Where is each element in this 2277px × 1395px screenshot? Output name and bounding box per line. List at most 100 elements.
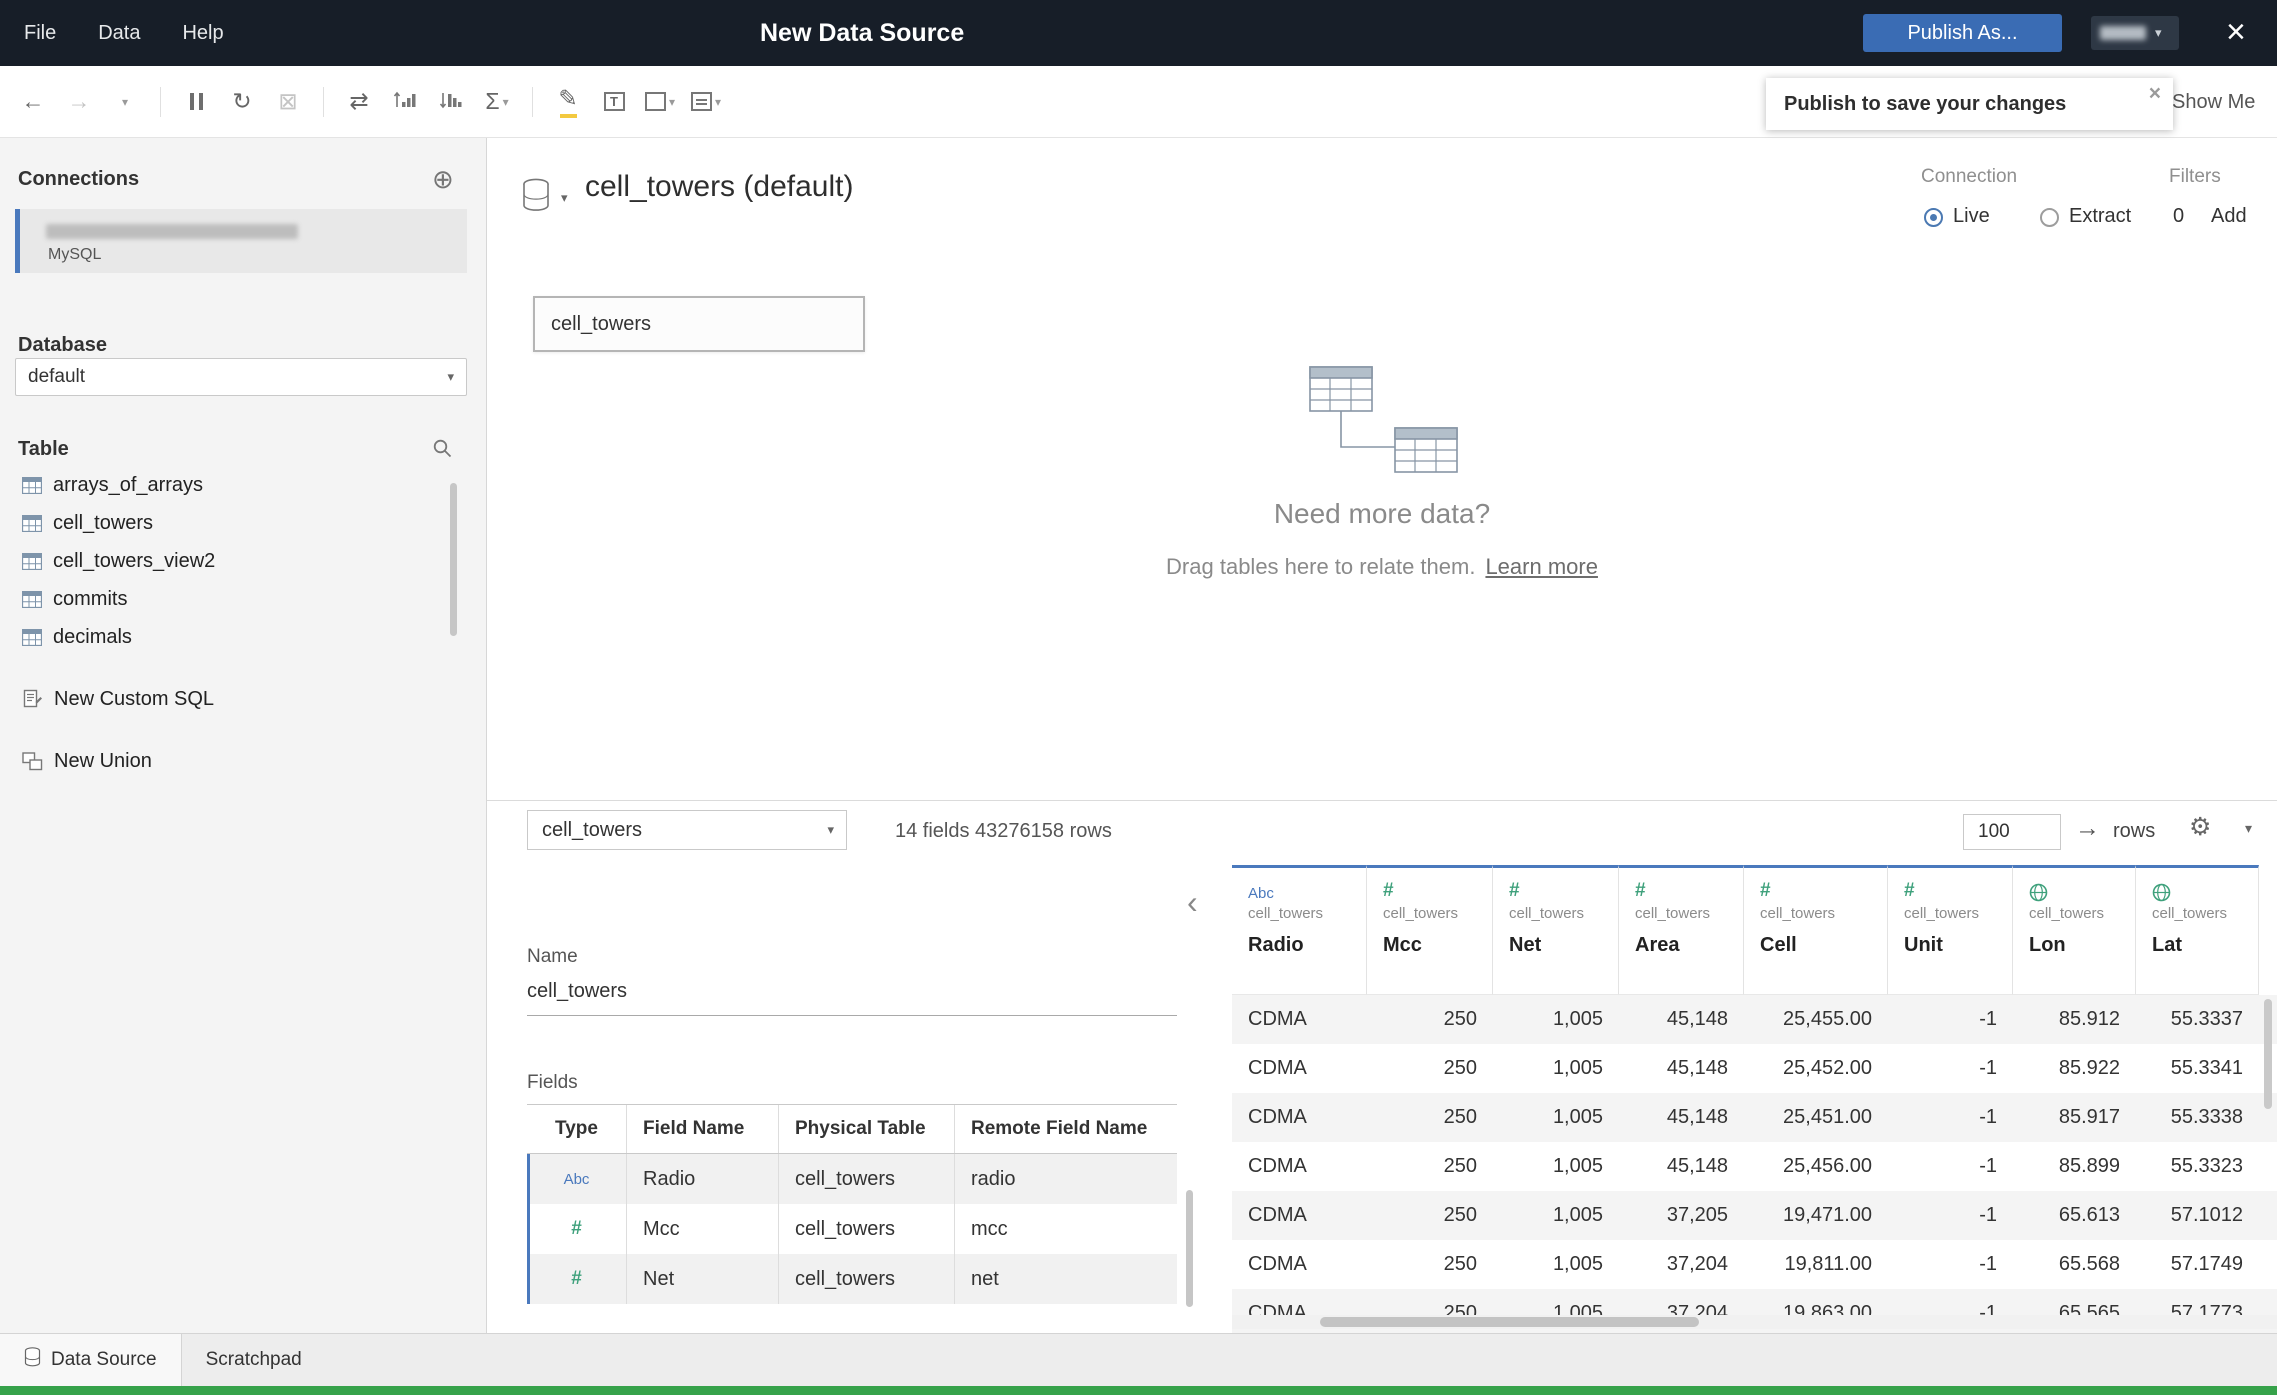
tab-scratchpad[interactable]: Scratchpad [182,1334,326,1386]
grid-cell: 250 [1443,1155,1477,1177]
redo-options-button[interactable]: ▾ [104,79,146,125]
grid-column-header-radio[interactable]: Abc cell_towers Radio [1232,865,1367,995]
sort-ascending-button[interactable] [384,79,426,125]
grid-column-header-net[interactable]: # cell_towers Net [1493,865,1619,995]
table-row[interactable]: CDMA 250 1,005 45,148 25,455.00 -1 85.912 55.33… [1232,995,2277,1044]
data-grid: Abc cell_towers Radio # cell_towers Mcc # cell_… [1232,865,2277,1333]
grid-cell: -1 [1979,1008,1997,1030]
grid-column-header-area[interactable]: # cell_towers Area [1619,865,1744,995]
grid-cell: -1 [1979,1204,1997,1226]
table-icon [22,590,42,608]
redo-button[interactable]: → [58,79,100,125]
grid-column-header-lat[interactable]: cell_towers Lat [2136,865,2259,995]
tooltip-close-icon[interactable]: × [2149,82,2161,106]
fields-scrollbar[interactable] [1186,1190,1193,1307]
table-row[interactable]: CDMA 250 1,005 45,148 25,452.00 -1 85.922 55.33… [1232,1044,2277,1093]
new-union-button[interactable]: New Union [0,742,487,780]
show-mark-labels-button[interactable]: T [593,79,635,125]
live-label[interactable]: Live [1953,205,1990,228]
grid-column-name: Mcc [1383,934,1422,956]
field-type-cell: # [527,1254,627,1304]
custom-sql-icon [22,689,43,710]
globe-icon [2152,883,2171,902]
table-row[interactable]: CDMA 250 1,005 37,205 19,471.00 -1 65.613 57.10… [1232,1191,2277,1240]
grid-column-header-mcc[interactable]: # cell_towers Mcc [1367,865,1493,995]
refresh-button[interactable]: ↻ [221,79,263,125]
new-custom-sql-button[interactable]: New Custom SQL [0,680,487,718]
grid-column-header-unit[interactable]: # cell_towers Unit [1888,865,2013,995]
grid-column-header-lon[interactable]: cell_towers Lon [2013,865,2136,995]
menu-help[interactable]: Help [182,22,223,45]
table-item-decimals[interactable]: decimals [0,618,487,656]
database-select[interactable]: default ▾ [15,358,467,396]
datasource-db-icon[interactable] [521,178,551,218]
apply-row-count-icon[interactable]: → [2075,814,2100,843]
show-me-button[interactable]: Show Me [2172,66,2255,138]
extract-label[interactable]: Extract [2069,205,2131,228]
live-radio[interactable] [1924,208,1943,227]
table-item-commits[interactable]: commits [0,580,487,618]
grid-column-name: Unit [1904,934,1943,956]
grid-cell: 85.922 [2058,1057,2120,1079]
sort-descending-button[interactable] [430,79,472,125]
search-icon[interactable] [432,438,453,465]
field-row-mcc[interactable]: # Mcc cell_towers mcc [527,1204,1177,1254]
row-count-input[interactable]: 100 [1963,814,2061,850]
grid-column-name: Lon [2029,934,2066,956]
swap-rows-columns-button[interactable]: ⇄ [338,79,380,125]
chevron-down-icon[interactable]: ▾ [2245,820,2252,837]
pause-icon [189,93,203,110]
field-row-net[interactable]: # Net cell_towers net [527,1254,1177,1304]
view-options-button[interactable]: ▾ [685,79,727,125]
menu-data[interactable]: Data [98,22,140,45]
grid-cell: 45,148 [1666,1057,1728,1079]
table-row[interactable]: CDMA 250 1,005 37,204 19,811.00 -1 65.568 57.17… [1232,1240,2277,1289]
pause-updates-button[interactable] [175,79,217,125]
collapse-panel-icon[interactable]: ‹ [1187,884,1198,921]
learn-more-link[interactable]: Learn more [1485,554,1598,579]
tab-data-source[interactable]: Data Source [0,1334,182,1386]
gear-icon[interactable]: ⚙ [2189,812,2211,842]
table-row[interactable]: CDMA 250 1,005 45,148 25,451.00 -1 85.917 55.33… [1232,1093,2277,1142]
datasource-db-icon [24,1347,41,1373]
user-menu[interactable]: ▾ [2091,16,2179,50]
table-item-arrays_of_arrays[interactable]: arrays_of_arrays [0,466,487,504]
sidebar-scrollbar[interactable] [450,483,457,636]
clear-sheet-icon: ⊠ [278,88,298,114]
horizontal-scrollbar-thumb[interactable] [1320,1317,1699,1327]
table-row[interactable]: CDMA 250 1,005 45,148 25,456.00 -1 85.899 55.33… [1232,1142,2277,1191]
publish-as-button[interactable]: Publish As... [1863,14,2062,52]
grid-column-header-cell[interactable]: # cell_towers Cell [1744,865,1888,995]
name-input[interactable]: cell_towers [527,980,1177,1016]
connection-item[interactable]: MySQL [15,209,467,273]
add-connection-icon[interactable]: ⊕ [432,164,454,195]
grid-cell: 85.917 [2058,1106,2120,1128]
totals-button[interactable]: Σ ▾ [476,79,518,125]
field-name-cell: Net [627,1254,779,1304]
canvas-table-node[interactable]: cell_towers [533,296,865,352]
bottom-accent-strip [0,1386,2277,1395]
grid-cell: 250 [1443,1204,1477,1226]
field-row-radio[interactable]: Abc Radio cell_towers radio [527,1154,1177,1204]
table-item-cell_towers[interactable]: cell_towers [0,504,487,542]
grid-column-type-icon: # [1904,878,2012,902]
highlight-button[interactable]: ✎ [547,79,589,125]
field-remote-cell: net [971,1267,999,1290]
chevron-down-icon[interactable]: ▾ [561,190,568,206]
filters-add-button[interactable]: Add [2211,205,2247,228]
vertical-scrollbar-thumb[interactable] [2264,999,2272,1109]
clear-sheet-button[interactable]: ⊠ [267,79,309,125]
cell-size-icon [644,92,666,111]
grid-cell: 19,811.00 [1784,1253,1873,1275]
undo-button[interactable]: ← [12,79,54,125]
menu-file[interactable]: File [24,22,56,45]
table-item-cell_towers_view2[interactable]: cell_towers_view2 [0,542,487,580]
table-select-dropdown[interactable]: cell_towers ▾ [527,810,847,850]
grid-cell: -1 [1979,1106,1997,1128]
grid-cell: 25,456.00 [1783,1155,1872,1177]
extract-radio[interactable] [2040,208,2059,227]
grid-column-type-icon [2029,878,2135,902]
canvas-table-label: cell_towers [551,312,652,335]
close-window-button[interactable]: × [2226,8,2246,56]
fit-size-button[interactable]: ▾ [639,79,681,125]
